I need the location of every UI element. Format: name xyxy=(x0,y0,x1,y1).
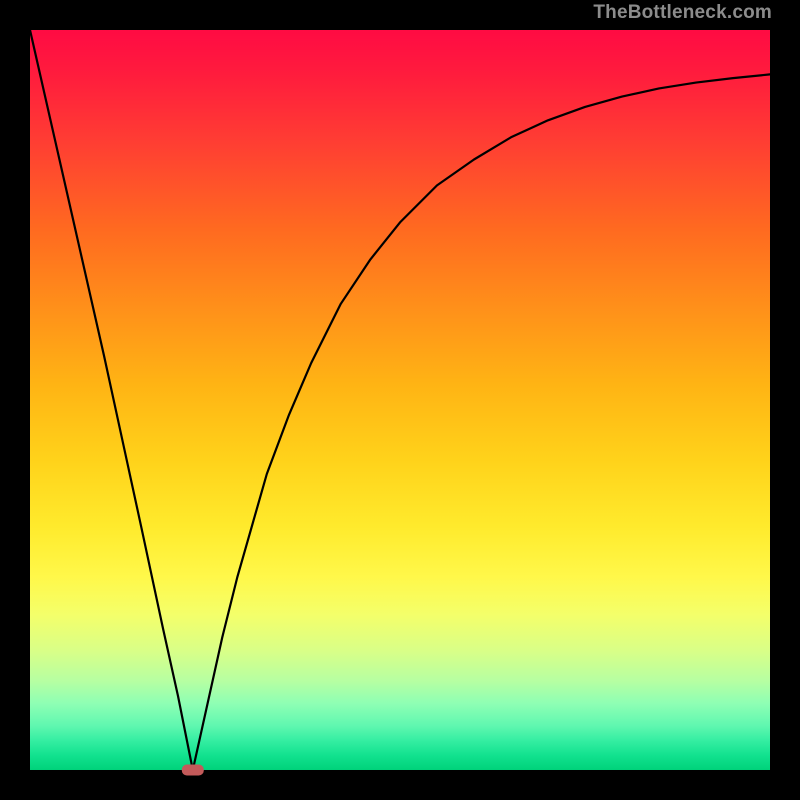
chart-svg xyxy=(30,30,770,770)
chart-frame: TheBottleneck.com xyxy=(0,0,800,800)
bottleneck-curve xyxy=(30,30,770,770)
watermark-text: TheBottleneck.com xyxy=(593,2,772,24)
plot-area xyxy=(30,30,770,770)
optimum-marker xyxy=(182,765,204,776)
